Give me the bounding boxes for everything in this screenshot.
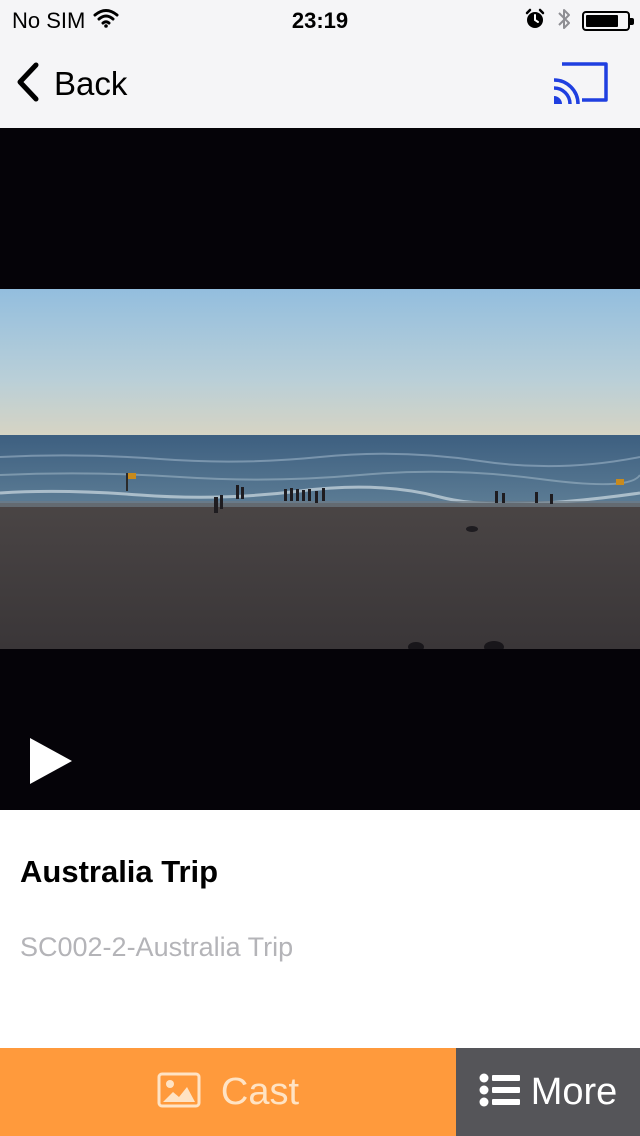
cast-tab-label: Cast — [220, 1070, 300, 1113]
navigation-bar: Back — [0, 40, 640, 128]
video-subtitle: SC002-2-Australia Trip — [20, 932, 294, 962]
play-button[interactable] — [28, 736, 76, 786]
alarm-icon — [524, 8, 546, 35]
cast-tab-button[interactable]: Cast — [0, 1048, 456, 1136]
video-player[interactable] — [0, 128, 640, 810]
bluetooth-icon — [556, 6, 572, 37]
video-title: Australia Trip — [20, 854, 219, 889]
list-icon — [479, 1073, 521, 1112]
battery-fill — [586, 15, 618, 27]
back-chevron-icon — [14, 61, 42, 108]
back-label: Back — [54, 65, 128, 102]
back-button[interactable]: Back — [14, 62, 127, 106]
battery-tip — [630, 18, 634, 25]
bottom-toolbar: Cast More — [0, 1048, 640, 1136]
status-bar: No SIM 23:19 — [0, 0, 640, 40]
image-icon — [157, 1072, 201, 1113]
more-tab-label: More — [530, 1070, 618, 1113]
status-right — [524, 6, 634, 37]
play-icon — [28, 738, 76, 790]
battery-icon — [582, 11, 634, 31]
more-tab-button[interactable]: More — [456, 1048, 640, 1136]
cast-icon — [552, 62, 612, 112]
video-info: Australia Trip SC002-2-Australia Trip — [0, 810, 640, 1048]
video-frame-beach-scene — [0, 289, 640, 649]
cast-button[interactable] — [552, 60, 612, 108]
